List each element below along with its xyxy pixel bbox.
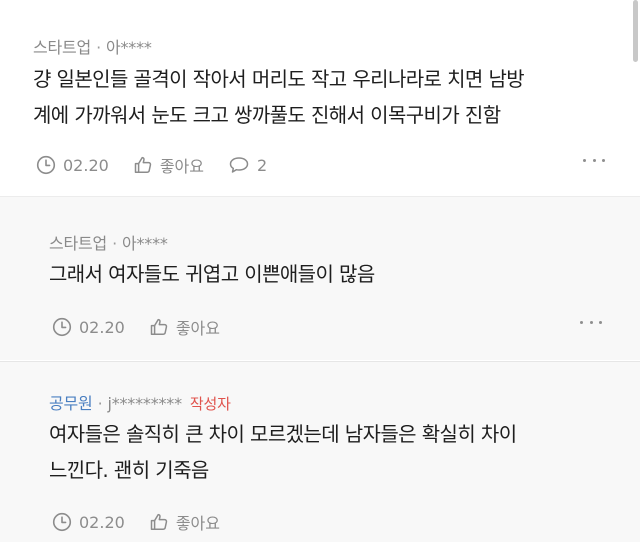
meta-separator: ·: [112, 234, 117, 253]
scrollbar[interactable]: [632, 0, 640, 542]
clock-icon: [52, 317, 72, 337]
author-name[interactable]: 아****: [106, 38, 152, 57]
comment-text-line: 여자들은 솔직히 큰 차이 모르겠는데 남자들은 확실히 차이: [49, 422, 517, 446]
like-button[interactable]: 좋아요: [133, 153, 204, 177]
comment-text-line: 걍 일본인들 골격이 작아서 머리도 작고 우리나라로 치면 남방: [33, 67, 525, 91]
meta-separator: ·: [96, 38, 101, 57]
date-stamp: 02.20: [36, 155, 109, 175]
comment-text-line: 그래서 여자들도 귀엽고 이쁜애들이 많음: [49, 262, 375, 286]
more-dot: [599, 320, 602, 324]
comment: 스타트업 · 아**** 걍 일본인들 골격이 작아서 머리도 작고 우리나라로 치…: [0, 0, 640, 196]
comment-text-line: 계에 가까워서 눈도 크고 쌍까풀도 진해서 이목구비가 진함: [33, 103, 501, 127]
thumbs-up-icon: [150, 318, 168, 335]
author-badge: 작성자: [189, 395, 231, 413]
reply-count-button[interactable]: 2: [228, 155, 267, 175]
comment-meta: 스타트업 · 아****: [49, 230, 168, 254]
thumbs-up-icon: [150, 513, 168, 530]
speech-bubble-icon: [229, 157, 249, 173]
like-button[interactable]: 좋아요: [149, 510, 220, 534]
like-label: 좋아요: [159, 157, 204, 176]
comment-text-line: 느낀다. 괜히 기죽음: [49, 458, 209, 482]
more-dot: [602, 158, 605, 162]
comment-body: 그래서 여자들도 귀엽고 이쁜애들이 많음: [49, 256, 375, 292]
more-dot: [592, 158, 596, 162]
comment-meta: 스타트업 · 아****: [33, 34, 152, 58]
comment-body: 걍 일본인들 골격이 작아서 머리도 작고 우리나라로 치면 남방 계에 가까워…: [33, 61, 525, 133]
more-dots-icon: [583, 158, 586, 162]
more-dots-icon: [580, 320, 583, 324]
thumbs-up-icon: [134, 156, 152, 173]
date-stamp: 02.20: [52, 512, 125, 532]
clock-icon: [52, 512, 72, 532]
comment-actions: 02.20 좋아요: [52, 315, 244, 339]
date-stamp: 02.20: [52, 317, 125, 337]
like-label: 좋아요: [175, 514, 220, 533]
meta-separator: ·: [97, 394, 103, 413]
author-name[interactable]: 아****: [122, 234, 168, 253]
comment-body: 여자들은 솔직히 큰 차이 모르겠는데 남자들은 확실히 차이 느낀다. 괜히 …: [49, 416, 517, 488]
like-label: 좋아요: [175, 319, 220, 338]
author-name[interactable]: j*********: [107, 394, 182, 413]
reply-comment: 공무원 · j********* 작성자 여자들은 솔직히 큰 차이 모르겠는데 남자…: [0, 361, 640, 542]
more-dot: [589, 320, 593, 324]
clock-icon: [36, 155, 56, 175]
comment-thread: 스타트업 · 아**** 걍 일본인들 골격이 작아서 머리도 작고 우리나라로 치…: [0, 0, 640, 542]
comment-date: 02.20: [79, 317, 125, 337]
author-department[interactable]: 스타트업: [49, 234, 107, 253]
comment-actions: 02.20 좋아요: [52, 510, 244, 534]
comment-actions: 02.20 좋아요 2: [36, 153, 291, 177]
reply-count: 2: [256, 155, 268, 175]
scrollbar-thumb[interactable]: [633, 0, 638, 62]
reply-comment: 스타트업 · 아**** 그래서 여자들도 귀엽고 이쁜애들이 많음 02.20 좋…: [0, 196, 640, 360]
comment-date: 02.20: [63, 155, 109, 175]
more-options-button[interactable]: [580, 317, 602, 327]
more-options-button[interactable]: [583, 155, 605, 165]
comment-date: 02.20: [79, 512, 125, 532]
author-department[interactable]: 공무원: [49, 394, 93, 413]
author-department[interactable]: 스타트업: [33, 38, 91, 57]
like-button[interactable]: 좋아요: [149, 315, 220, 339]
comment-meta: 공무원 · j********* 작성자: [49, 390, 231, 414]
